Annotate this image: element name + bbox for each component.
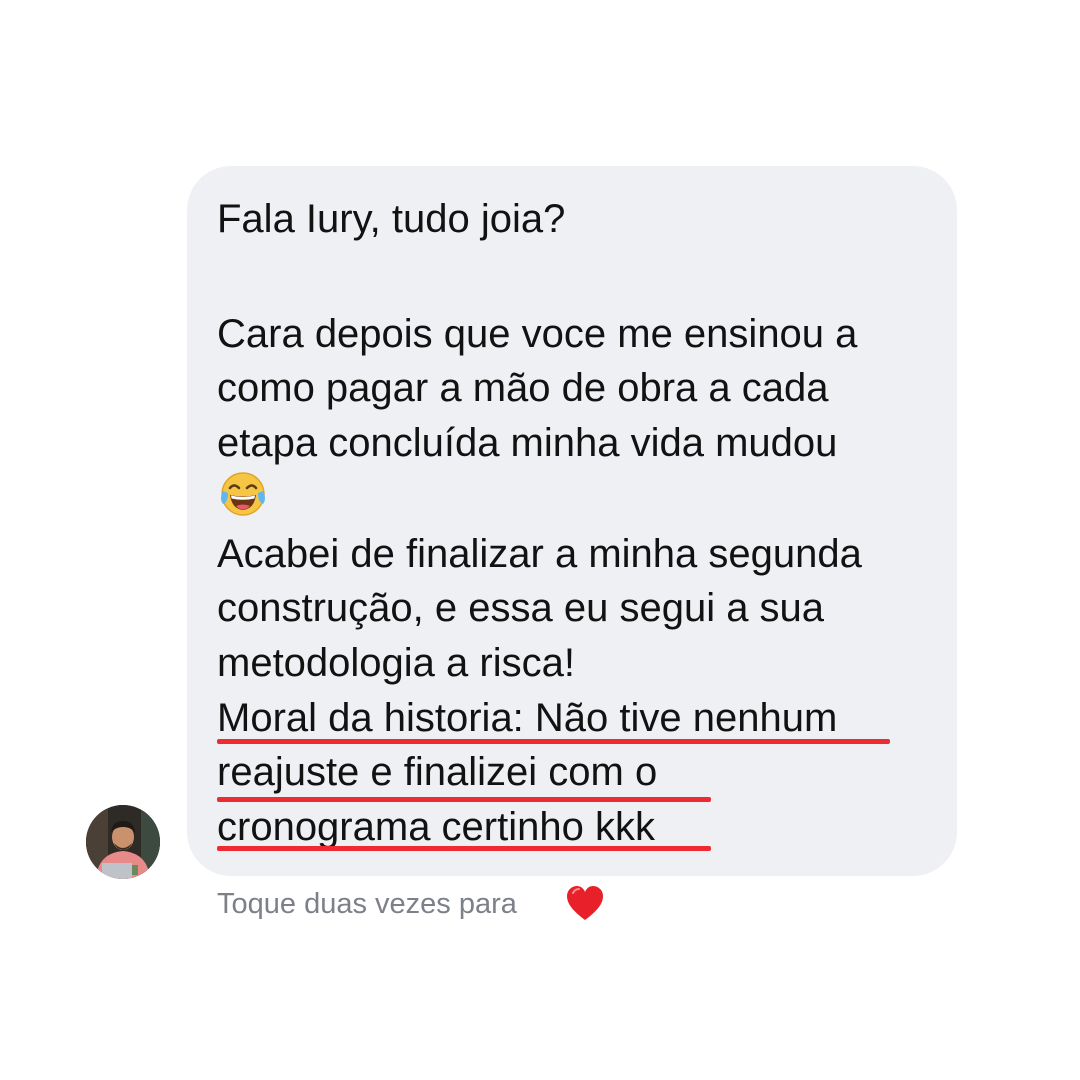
message-line-6: construção, e essa eu segui a sua (217, 586, 825, 630)
message-line-4: etapa concluída minha vida mudou (217, 421, 838, 465)
highlight-underline-1 (217, 739, 890, 744)
message-line-10: cronograma certinho kkk (217, 805, 655, 849)
avatar-photo-icon (86, 805, 160, 879)
message-line-3: como pagar a mão de obra a cada (217, 366, 829, 410)
message-line-2: Cara depois que voce me ensinou a (217, 312, 858, 356)
message-line-1: Fala Iury, tudo joia? (217, 197, 566, 241)
tears-of-joy-emoji-icon (221, 472, 265, 516)
highlight-underline-3 (217, 846, 711, 851)
message-line-5: Acabei de finalizar a minha segunda (217, 532, 862, 576)
message-line-7: metodologia a risca! (217, 641, 575, 685)
double-tap-hint: Toque duas vezes para (217, 888, 517, 920)
message-line-9: reajuste e finalizei com o (217, 750, 658, 794)
sender-avatar[interactable] (86, 805, 160, 879)
heart-icon[interactable] (565, 884, 605, 922)
highlight-underline-2 (217, 797, 711, 802)
message-line-8: Moral da historia: Não tive nenhum (217, 696, 838, 740)
